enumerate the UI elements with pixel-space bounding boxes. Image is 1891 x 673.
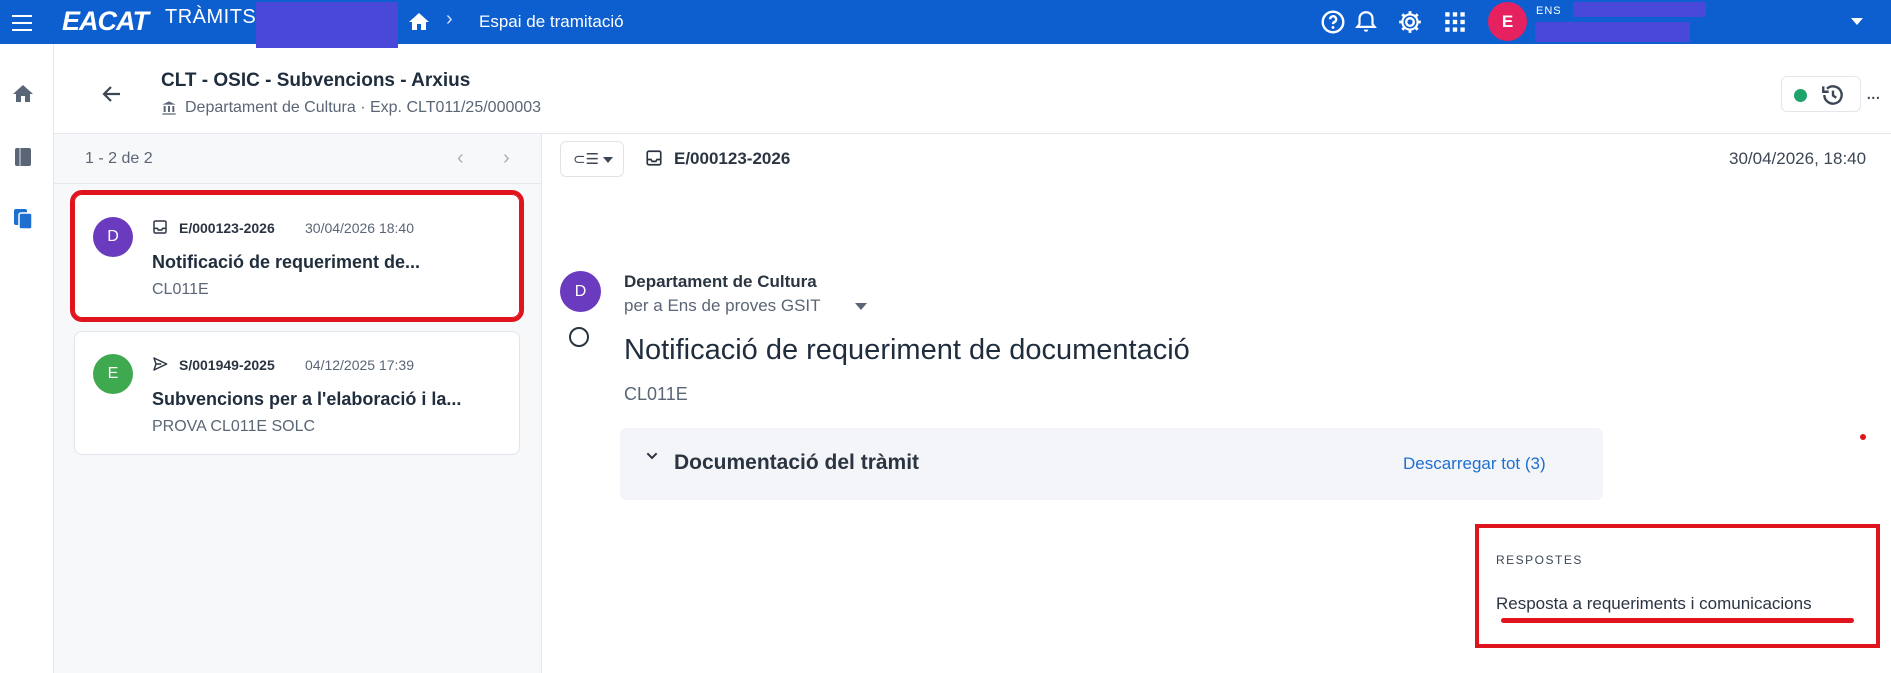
apps-grid-icon[interactable] xyxy=(1442,9,1468,35)
caret-down-icon xyxy=(603,157,613,163)
message-code: CL011E xyxy=(624,384,688,404)
book-icon[interactable] xyxy=(11,145,35,169)
sender-name: Departament de Cultura xyxy=(624,272,817,291)
item-reference: E/000123-2026 xyxy=(179,220,275,236)
message-title: Notificació de requeriment de documentac… xyxy=(624,334,1190,366)
institution-icon xyxy=(162,101,176,115)
documents-section: Documentació del tràmit Descarregar tot … xyxy=(620,428,1603,500)
status-history-widget[interactable] xyxy=(1781,76,1861,112)
user-entity-label: ENS xyxy=(1536,5,1562,17)
view-options-dropdown[interactable]: ⊂☰ xyxy=(560,141,624,177)
inbox-icon xyxy=(646,150,662,166)
pagination-count: 1 - 2 de 2 xyxy=(85,150,153,167)
documents-icon[interactable] xyxy=(11,207,35,231)
left-rail xyxy=(0,44,54,673)
detail-reference: E/000123-2026 xyxy=(674,149,791,168)
redacted-user-detail xyxy=(1535,22,1690,42)
list-view-icon: ⊂☰ xyxy=(573,151,600,168)
page-title: CLT - OSIC - Subvencions - Arxius xyxy=(161,70,471,91)
more-options-icon[interactable]: ... xyxy=(1866,82,1881,105)
top-bar: EACAT TRÀMITS › Espai de tramitació E EN… xyxy=(0,0,1891,48)
redacted-user-name xyxy=(1573,2,1706,17)
timeline-marker xyxy=(569,327,589,347)
item-reference: S/001949-2025 xyxy=(179,357,275,373)
home-icon[interactable] xyxy=(11,82,35,106)
list-item[interactable]: D E/000123-2026 30/04/2026 18:40 Notific… xyxy=(70,190,524,322)
documents-section-title[interactable]: Documentació del tràmit xyxy=(674,451,919,475)
detail-date: 30/04/2026, 18:40 xyxy=(1729,149,1867,168)
highlight-underline xyxy=(1501,618,1854,623)
item-code: CL011E xyxy=(152,281,209,298)
notification-dot xyxy=(1860,434,1866,440)
chevron-down-icon[interactable] xyxy=(644,448,660,464)
recipient-expand-icon[interactable] xyxy=(855,303,867,310)
home-icon[interactable] xyxy=(406,10,432,34)
status-indicator xyxy=(1794,89,1807,102)
responses-heading: RESPOSTES xyxy=(1496,553,1583,567)
menu-icon[interactable] xyxy=(10,10,34,34)
page-subtitle: Departament de Cultura · Exp. CLT011/25/… xyxy=(185,99,542,116)
user-avatar[interactable]: E xyxy=(1488,2,1527,41)
recipient-line[interactable]: per a Ens de proves GSIT xyxy=(624,296,821,316)
inbox-icon xyxy=(153,220,167,234)
redacted-area xyxy=(256,2,398,48)
bell-icon[interactable] xyxy=(1353,9,1379,35)
help-icon[interactable] xyxy=(1320,9,1346,35)
history-icon[interactable] xyxy=(1820,82,1846,108)
app-logo[interactable]: EACAT xyxy=(62,6,149,37)
previous-page-button[interactable]: ‹ xyxy=(457,147,464,170)
list-divider xyxy=(54,183,542,184)
item-subject: Subvencions per a l'elaboració i la... xyxy=(152,389,462,409)
app-logo-subtitle: TRÀMITS xyxy=(165,6,257,28)
item-date: 30/04/2026 18:40 xyxy=(305,220,414,236)
avatar: E xyxy=(93,354,133,394)
sender-avatar: D xyxy=(560,271,601,312)
item-subject: Notificació de requeriment de... xyxy=(152,252,421,272)
responses-panel: RESPOSTES Resposta a requeriments i comu… xyxy=(1475,524,1880,648)
back-arrow-icon[interactable] xyxy=(100,82,124,106)
breadcrumb-current[interactable]: Espai de tramitació xyxy=(479,12,624,32)
send-icon xyxy=(153,357,168,371)
chevron-down-icon[interactable] xyxy=(1851,18,1863,25)
avatar: D xyxy=(93,217,133,257)
breadcrumb-separator-icon: › xyxy=(446,8,453,30)
list-item[interactable]: E S/001949-2025 04/12/2025 17:39 Subvenc… xyxy=(74,331,520,455)
gear-icon[interactable] xyxy=(1397,9,1423,35)
item-date: 04/12/2025 17:39 xyxy=(305,357,414,373)
download-all-link[interactable]: Descarregar tot (3) xyxy=(1403,454,1546,474)
response-link[interactable]: Resposta a requeriments i comunicacions xyxy=(1496,594,1812,614)
next-page-button[interactable]: › xyxy=(503,147,510,170)
item-code: PROVA CL011E SOLC xyxy=(152,418,316,435)
